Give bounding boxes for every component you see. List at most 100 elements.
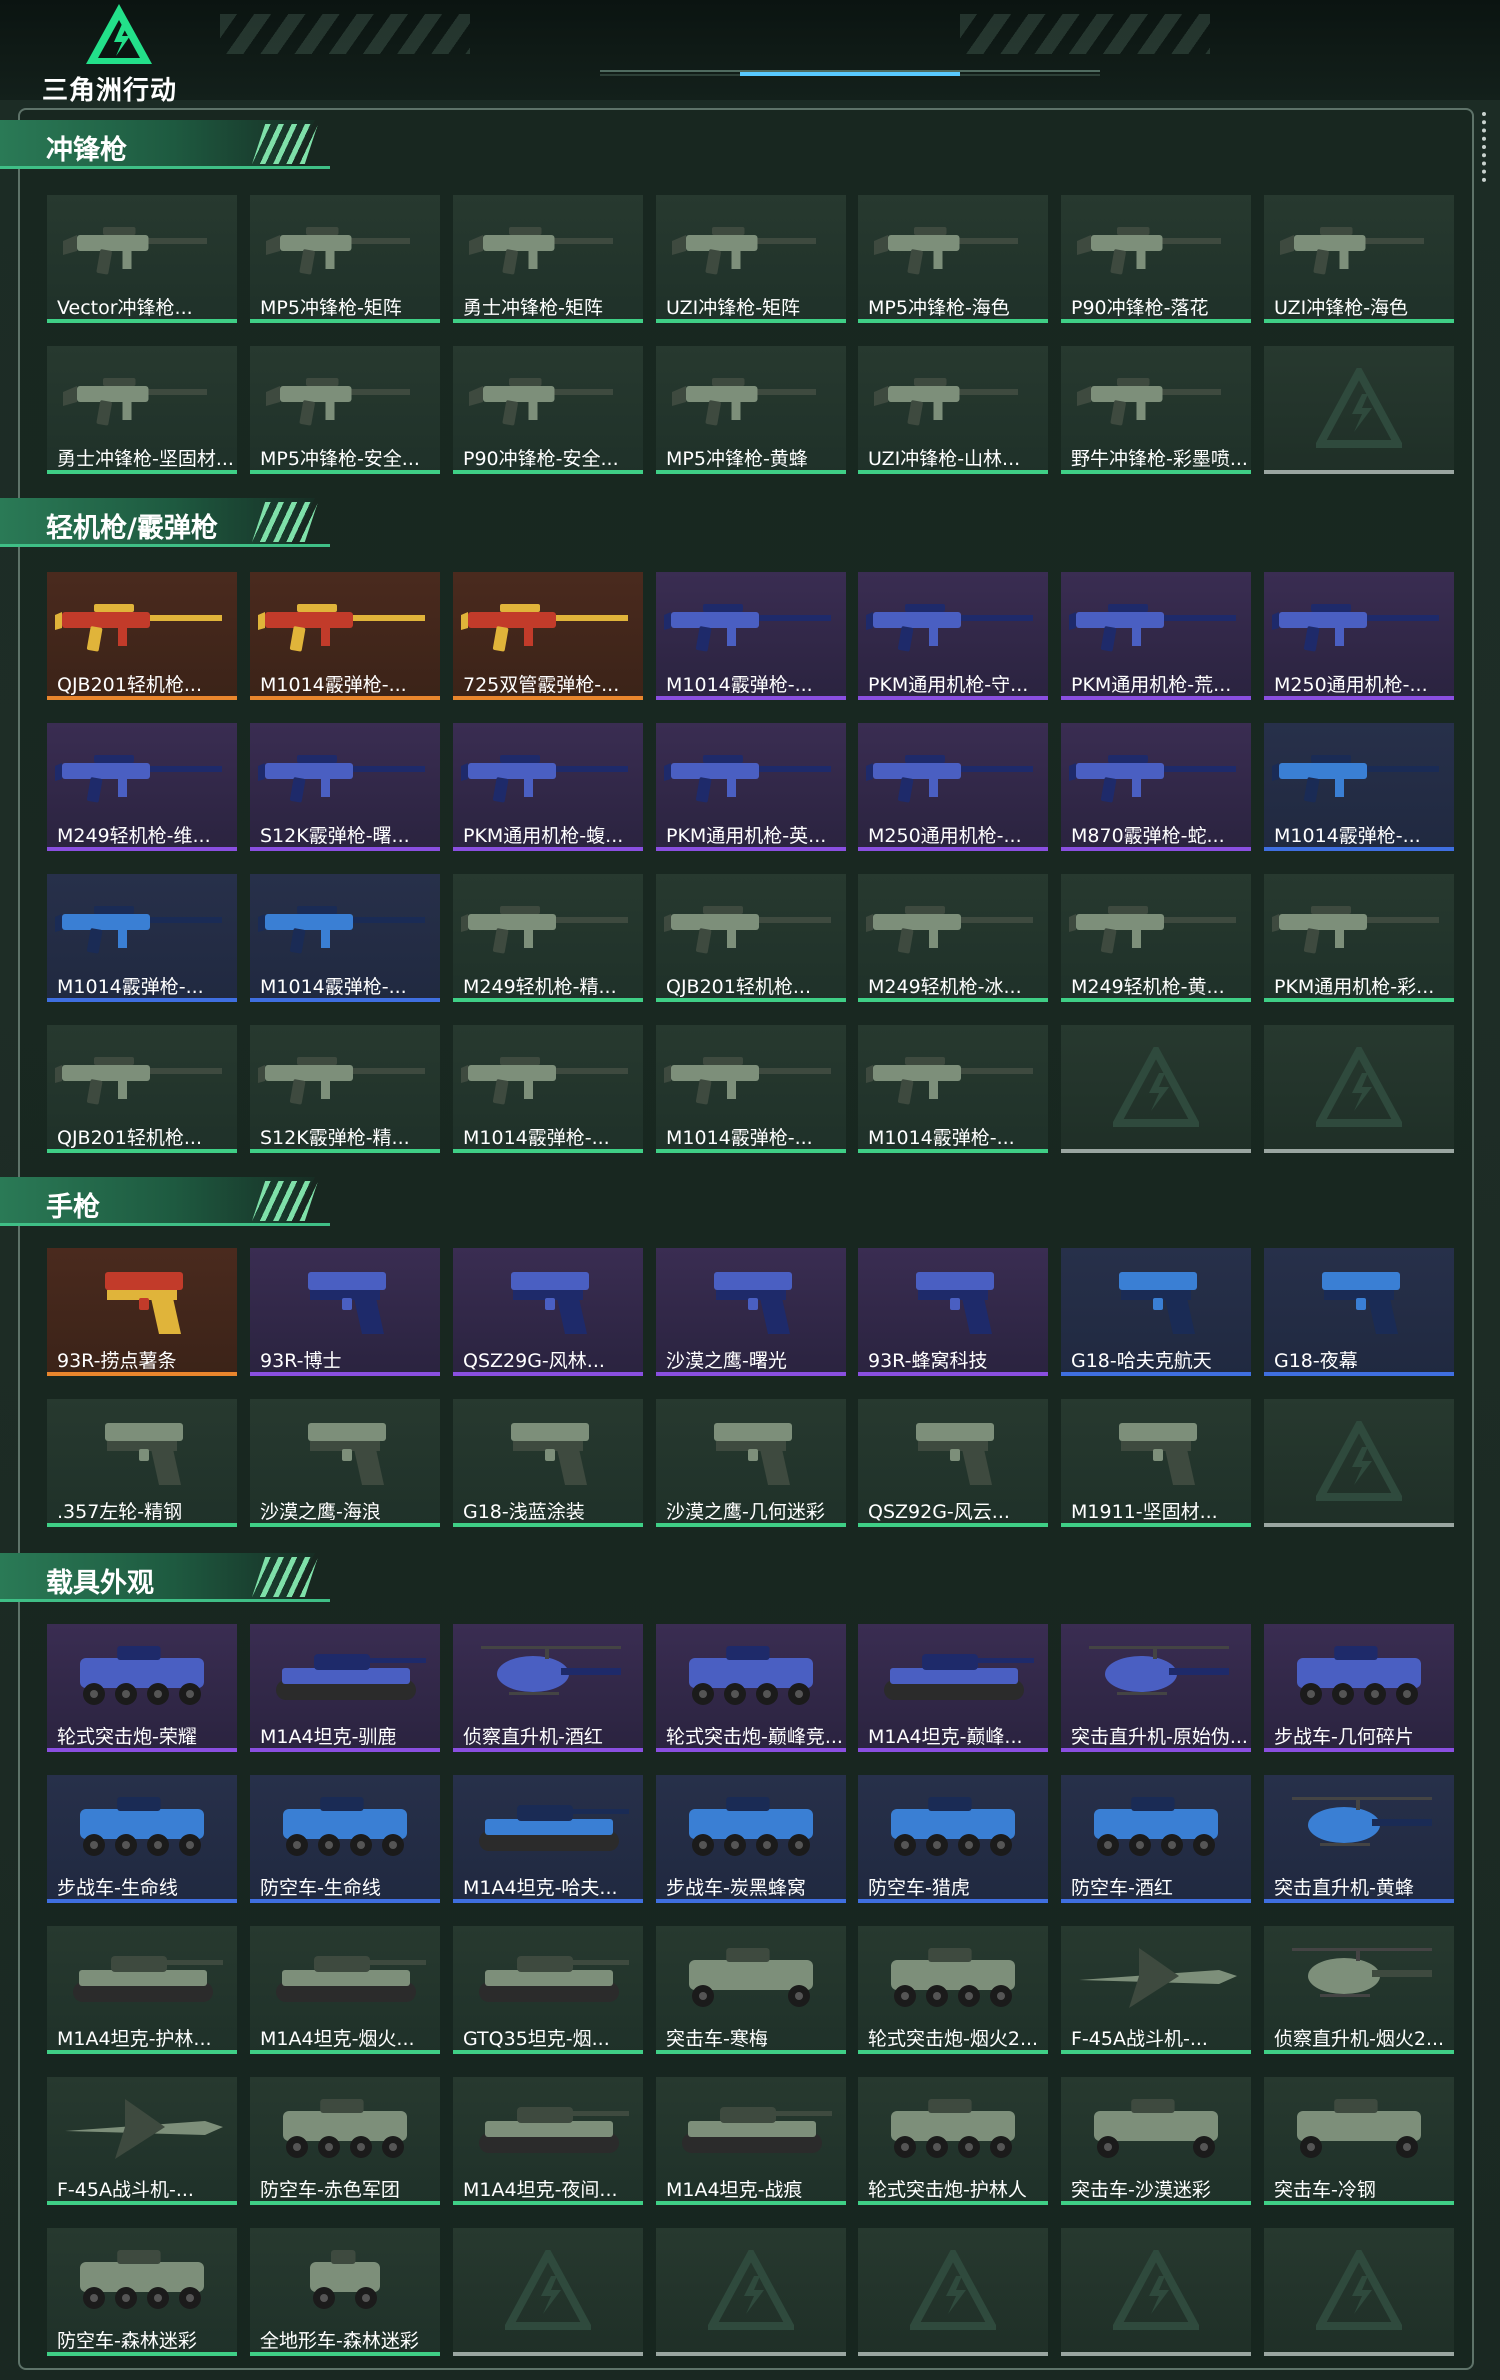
- item-card[interactable]: 沙漠之鹰-几何迷彩: [656, 1399, 846, 1527]
- item-card[interactable]: 突击车-冷钢: [1264, 2077, 1454, 2205]
- rarity-bar: [858, 319, 1048, 323]
- item-card[interactable]: 野牛冲锋枪-彩墨喷...: [1061, 346, 1251, 474]
- item-card[interactable]: P90冲锋枪-安全...: [453, 346, 643, 474]
- item-card[interactable]: PKM通用机枪-英...: [656, 723, 846, 851]
- item-card[interactable]: 勇士冲锋枪-矩阵: [453, 195, 643, 323]
- section-header: 手枪: [0, 1177, 330, 1226]
- item-card[interactable]: MP5冲锋枪-黄蜂: [656, 346, 846, 474]
- item-card[interactable]: 725双管霰弹枪-...: [453, 572, 643, 700]
- item-card[interactable]: P90冲锋枪-落花: [1061, 195, 1251, 323]
- item-card[interactable]: 93R-博士: [250, 1248, 440, 1376]
- item-card[interactable]: 轮式突击炮-烟火2...: [858, 1926, 1048, 2054]
- item-card[interactable]: M1911-坚固材...: [1061, 1399, 1251, 1527]
- item-card[interactable]: 侦察直升机-酒红: [453, 1624, 643, 1752]
- item-card[interactable]: 全地形车-森林迷彩: [250, 2228, 440, 2356]
- item-card[interactable]: 防空车-森林迷彩: [47, 2228, 237, 2356]
- item-card[interactable]: 轮式突击炮-荣耀: [47, 1624, 237, 1752]
- rarity-bar: [47, 1372, 237, 1376]
- item-card[interactable]: M870霰弹枪-蛇...: [1061, 723, 1251, 851]
- item-card[interactable]: M1014霰弹枪-...: [656, 572, 846, 700]
- item-card[interactable]: 防空车-猎虎: [858, 1775, 1048, 1903]
- scrollbar[interactable]: [1482, 112, 1486, 182]
- item-card[interactable]: M1A4坦克-巅峰...: [858, 1624, 1048, 1752]
- item-card[interactable]: 步战车-炭黑蜂窝: [656, 1775, 846, 1903]
- rarity-bar: [250, 2352, 440, 2356]
- item-card[interactable]: M1014霰弹枪-...: [47, 874, 237, 1002]
- item-card[interactable]: G18-浅蓝涂装: [453, 1399, 643, 1527]
- empty-item-slot[interactable]: [453, 2228, 643, 2356]
- item-card[interactable]: M1014霰弹枪-...: [858, 1025, 1048, 1153]
- item-card[interactable]: M1014霰弹枪-...: [656, 1025, 846, 1153]
- item-card[interactable]: 勇士冲锋枪-坚固材...: [47, 346, 237, 474]
- item-card[interactable]: PKM通用机枪-荒...: [1061, 572, 1251, 700]
- item-card[interactable]: G18-哈夫克航天: [1061, 1248, 1251, 1376]
- item-card[interactable]: 沙漠之鹰-曙光: [656, 1248, 846, 1376]
- item-card[interactable]: 步战车-几何碎片: [1264, 1624, 1454, 1752]
- item-card[interactable]: QJB201轻机枪...: [47, 572, 237, 700]
- item-card[interactable]: S12K霰弹枪-精...: [250, 1025, 440, 1153]
- item-card[interactable]: 防空车-酒红: [1061, 1775, 1251, 1903]
- lmg-icon: [461, 755, 628, 803]
- item-card[interactable]: MP5冲锋枪-海色: [858, 195, 1048, 323]
- item-card[interactable]: UZI冲锋枪-山林...: [858, 346, 1048, 474]
- empty-item-slot[interactable]: [1264, 1025, 1454, 1153]
- item-card[interactable]: M1A4坦克-驯鹿: [250, 1624, 440, 1752]
- item-card[interactable]: S12K霰弹枪-曙...: [250, 723, 440, 851]
- item-card[interactable]: 93R-捞点薯条: [47, 1248, 237, 1376]
- empty-item-slot[interactable]: [656, 2228, 846, 2356]
- item-card[interactable]: 突击直升机-黄蜂: [1264, 1775, 1454, 1903]
- item-card[interactable]: M1014霰弹枪-...: [250, 572, 440, 700]
- item-card[interactable]: QJB201轻机枪...: [656, 874, 846, 1002]
- empty-item-slot[interactable]: [858, 2228, 1048, 2356]
- empty-item-slot[interactable]: [1264, 1399, 1454, 1527]
- item-card[interactable]: M249轻机枪-精...: [453, 874, 643, 1002]
- item-card[interactable]: MP5冲锋枪-矩阵: [250, 195, 440, 323]
- item-card[interactable]: UZI冲锋枪-矩阵: [656, 195, 846, 323]
- item-card[interactable]: QSZ29G-风林...: [453, 1248, 643, 1376]
- item-card[interactable]: 轮式突击炮-护林人: [858, 2077, 1048, 2205]
- item-card[interactable]: F-45A战斗机-...: [47, 2077, 237, 2205]
- item-card[interactable]: F-45A战斗机-...: [1061, 1926, 1251, 2054]
- item-card[interactable]: 防空车-生命线: [250, 1775, 440, 1903]
- item-card[interactable]: .357左轮-精钢: [47, 1399, 237, 1527]
- item-card[interactable]: M249轻机枪-维...: [47, 723, 237, 851]
- item-card[interactable]: M250通用机枪-...: [858, 723, 1048, 851]
- item-card[interactable]: M1014霰弹枪-...: [1264, 723, 1454, 851]
- item-card[interactable]: 防空车-赤色军团: [250, 2077, 440, 2205]
- item-card[interactable]: GTQ35坦克-烟...: [453, 1926, 643, 2054]
- item-card[interactable]: M1A4坦克-夜间...: [453, 2077, 643, 2205]
- rarity-bar: [858, 1372, 1048, 1376]
- item-card[interactable]: M1014霰弹枪-...: [250, 874, 440, 1002]
- item-card[interactable]: M249轻机枪-冰...: [858, 874, 1048, 1002]
- empty-item-slot[interactable]: [1264, 346, 1454, 474]
- item-card[interactable]: G18-夜幕: [1264, 1248, 1454, 1376]
- empty-item-slot[interactable]: [1061, 1025, 1251, 1153]
- item-name: QJB201轻机枪...: [57, 674, 202, 696]
- item-card[interactable]: PKM通用机枪-蝮...: [453, 723, 643, 851]
- item-card[interactable]: 轮式突击炮-巅峰竞...: [656, 1624, 846, 1752]
- item-card[interactable]: M1A4坦克-战痕: [656, 2077, 846, 2205]
- item-card[interactable]: MP5冲锋枪-安全...: [250, 346, 440, 474]
- item-card[interactable]: UZI冲锋枪-海色: [1264, 195, 1454, 323]
- item-card[interactable]: M1A4坦克-烟火...: [250, 1926, 440, 2054]
- item-card[interactable]: M249轻机枪-黄...: [1061, 874, 1251, 1002]
- item-card[interactable]: Vector冲锋枪...: [47, 195, 237, 323]
- item-card[interactable]: 突击车-寒梅: [656, 1926, 846, 2054]
- item-card[interactable]: 93R-蜂窝科技: [858, 1248, 1048, 1376]
- item-card[interactable]: M1014霰弹枪-...: [453, 1025, 643, 1153]
- empty-item-slot[interactable]: [1061, 2228, 1251, 2356]
- item-card[interactable]: 沙漠之鹰-海浪: [250, 1399, 440, 1527]
- item-card[interactable]: 突击车-沙漠迷彩: [1061, 2077, 1251, 2205]
- item-card[interactable]: QJB201轻机枪...: [47, 1025, 237, 1153]
- empty-slot-icon: [1316, 2250, 1402, 2330]
- item-card[interactable]: M1A4坦克-护林...: [47, 1926, 237, 2054]
- item-card[interactable]: M1A4坦克-哈夫...: [453, 1775, 643, 1903]
- empty-item-slot[interactable]: [1264, 2228, 1454, 2356]
- item-card[interactable]: PKM通用机枪-彩...: [1264, 874, 1454, 1002]
- item-card[interactable]: PKM通用机枪-守...: [858, 572, 1048, 700]
- item-card[interactable]: 侦察直升机-烟火2...: [1264, 1926, 1454, 2054]
- item-card[interactable]: M250通用机枪-...: [1264, 572, 1454, 700]
- item-card[interactable]: 步战车-生命线: [47, 1775, 237, 1903]
- item-card[interactable]: QSZ92G-风云...: [858, 1399, 1048, 1527]
- item-card[interactable]: 突击直升机-原始伪...: [1061, 1624, 1251, 1752]
